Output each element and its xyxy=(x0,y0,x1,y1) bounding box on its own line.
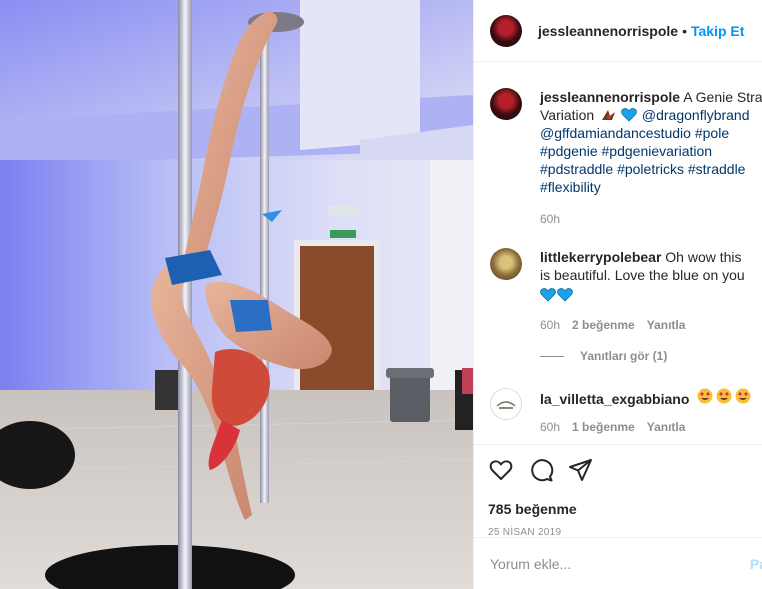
hashtag-link[interactable]: #straddle xyxy=(688,161,746,177)
caption: jessleannenorrispole A Genie Stradd Vari… xyxy=(490,88,762,226)
comment-text: Oh wow this xyxy=(665,249,742,265)
commenter-username[interactable]: la_villetta_exgabbiano xyxy=(540,391,689,407)
heart-eyes-emoji-icon xyxy=(697,388,751,408)
comment-likes[interactable]: 2 beğenme xyxy=(572,318,635,332)
caption-username[interactable]: jessleannenorrispole xyxy=(540,89,680,105)
blue-heart-icon xyxy=(540,287,556,303)
comment-text: is beautiful. Love the blue on you xyxy=(540,267,745,283)
comment-item: la_villetta_exgabbiano 60h 1 beğenme Yan… xyxy=(490,388,762,434)
emoji-icon xyxy=(600,108,617,122)
caption-text-line1: A Genie Stradd xyxy=(683,89,762,105)
action-icons xyxy=(488,457,749,483)
replies-divider xyxy=(540,355,564,357)
comment-time[interactable]: 60h xyxy=(540,318,560,332)
post-actions: 785 beğenme 25 NİSAN 2019 xyxy=(474,444,762,538)
speech-bubble-icon[interactable] xyxy=(528,457,554,483)
hashtag-link[interactable]: #pdstraddle xyxy=(540,161,613,177)
owner-avatar[interactable] xyxy=(490,14,522,47)
mention-link[interactable]: @gffdamiandancestudio xyxy=(540,125,691,141)
comment-input[interactable] xyxy=(490,555,730,572)
reply-button[interactable]: Yanıtla xyxy=(647,318,686,332)
paper-plane-icon[interactable] xyxy=(568,457,594,483)
blue-heart-icon xyxy=(557,287,573,303)
hashtag-link[interactable]: #flexibility xyxy=(540,179,601,195)
caption-time[interactable]: 60h xyxy=(540,212,560,226)
comment-time[interactable]: 60h xyxy=(540,420,560,434)
hashtag-link[interactable]: #poletricks xyxy=(617,161,684,177)
post-comment-button[interactable]: Pa xyxy=(750,556,762,572)
post-header: jessleannenorrispole • Takip Et xyxy=(474,0,762,62)
caption-text-line2: Variation xyxy=(540,107,595,123)
pole-dancer-image xyxy=(0,0,473,589)
commenter-avatar[interactable] xyxy=(490,388,522,420)
view-replies-button[interactable]: Yanıtları gör (1) xyxy=(540,349,667,363)
villetta-logo-icon xyxy=(496,401,516,409)
header-separator: • xyxy=(682,22,687,39)
view-replies-label: Yanıtları gör (1) xyxy=(580,349,668,363)
commenter-avatar[interactable] xyxy=(490,248,522,280)
comment-likes[interactable]: 1 beğenme xyxy=(572,420,635,434)
mention-link[interactable]: @dragonflybrand xyxy=(642,107,750,123)
heart-outline-icon[interactable] xyxy=(488,457,514,483)
hashtag-link[interactable]: #pdgenievariation xyxy=(602,143,713,159)
comments-list[interactable]: jessleannenorrispole A Genie Stradd Vari… xyxy=(474,73,762,443)
add-comment-bar: Pa xyxy=(474,537,762,589)
hashtag-link[interactable]: #pdgenie xyxy=(540,143,598,159)
follow-button[interactable]: Takip Et xyxy=(691,23,744,39)
post-sidebar: jessleannenorrispole • Takip Et jesslean… xyxy=(473,0,762,589)
caption-avatar[interactable] xyxy=(490,88,522,120)
owner-username[interactable]: jessleannenorrispole xyxy=(538,23,678,39)
hashtag-link[interactable]: #pole xyxy=(695,125,729,141)
commenter-username[interactable]: littlekerrypolebear xyxy=(540,249,661,265)
post-photo[interactable] xyxy=(0,0,473,589)
post-modal: jessleannenorrispole • Takip Et jesslean… xyxy=(0,0,762,589)
reply-button[interactable]: Yanıtla xyxy=(647,420,686,434)
like-count[interactable]: 785 beğenme xyxy=(488,501,749,517)
blue-heart-icon xyxy=(621,107,637,123)
comment-item: littlekerrypolebear Oh wow this is beaut… xyxy=(490,248,762,332)
